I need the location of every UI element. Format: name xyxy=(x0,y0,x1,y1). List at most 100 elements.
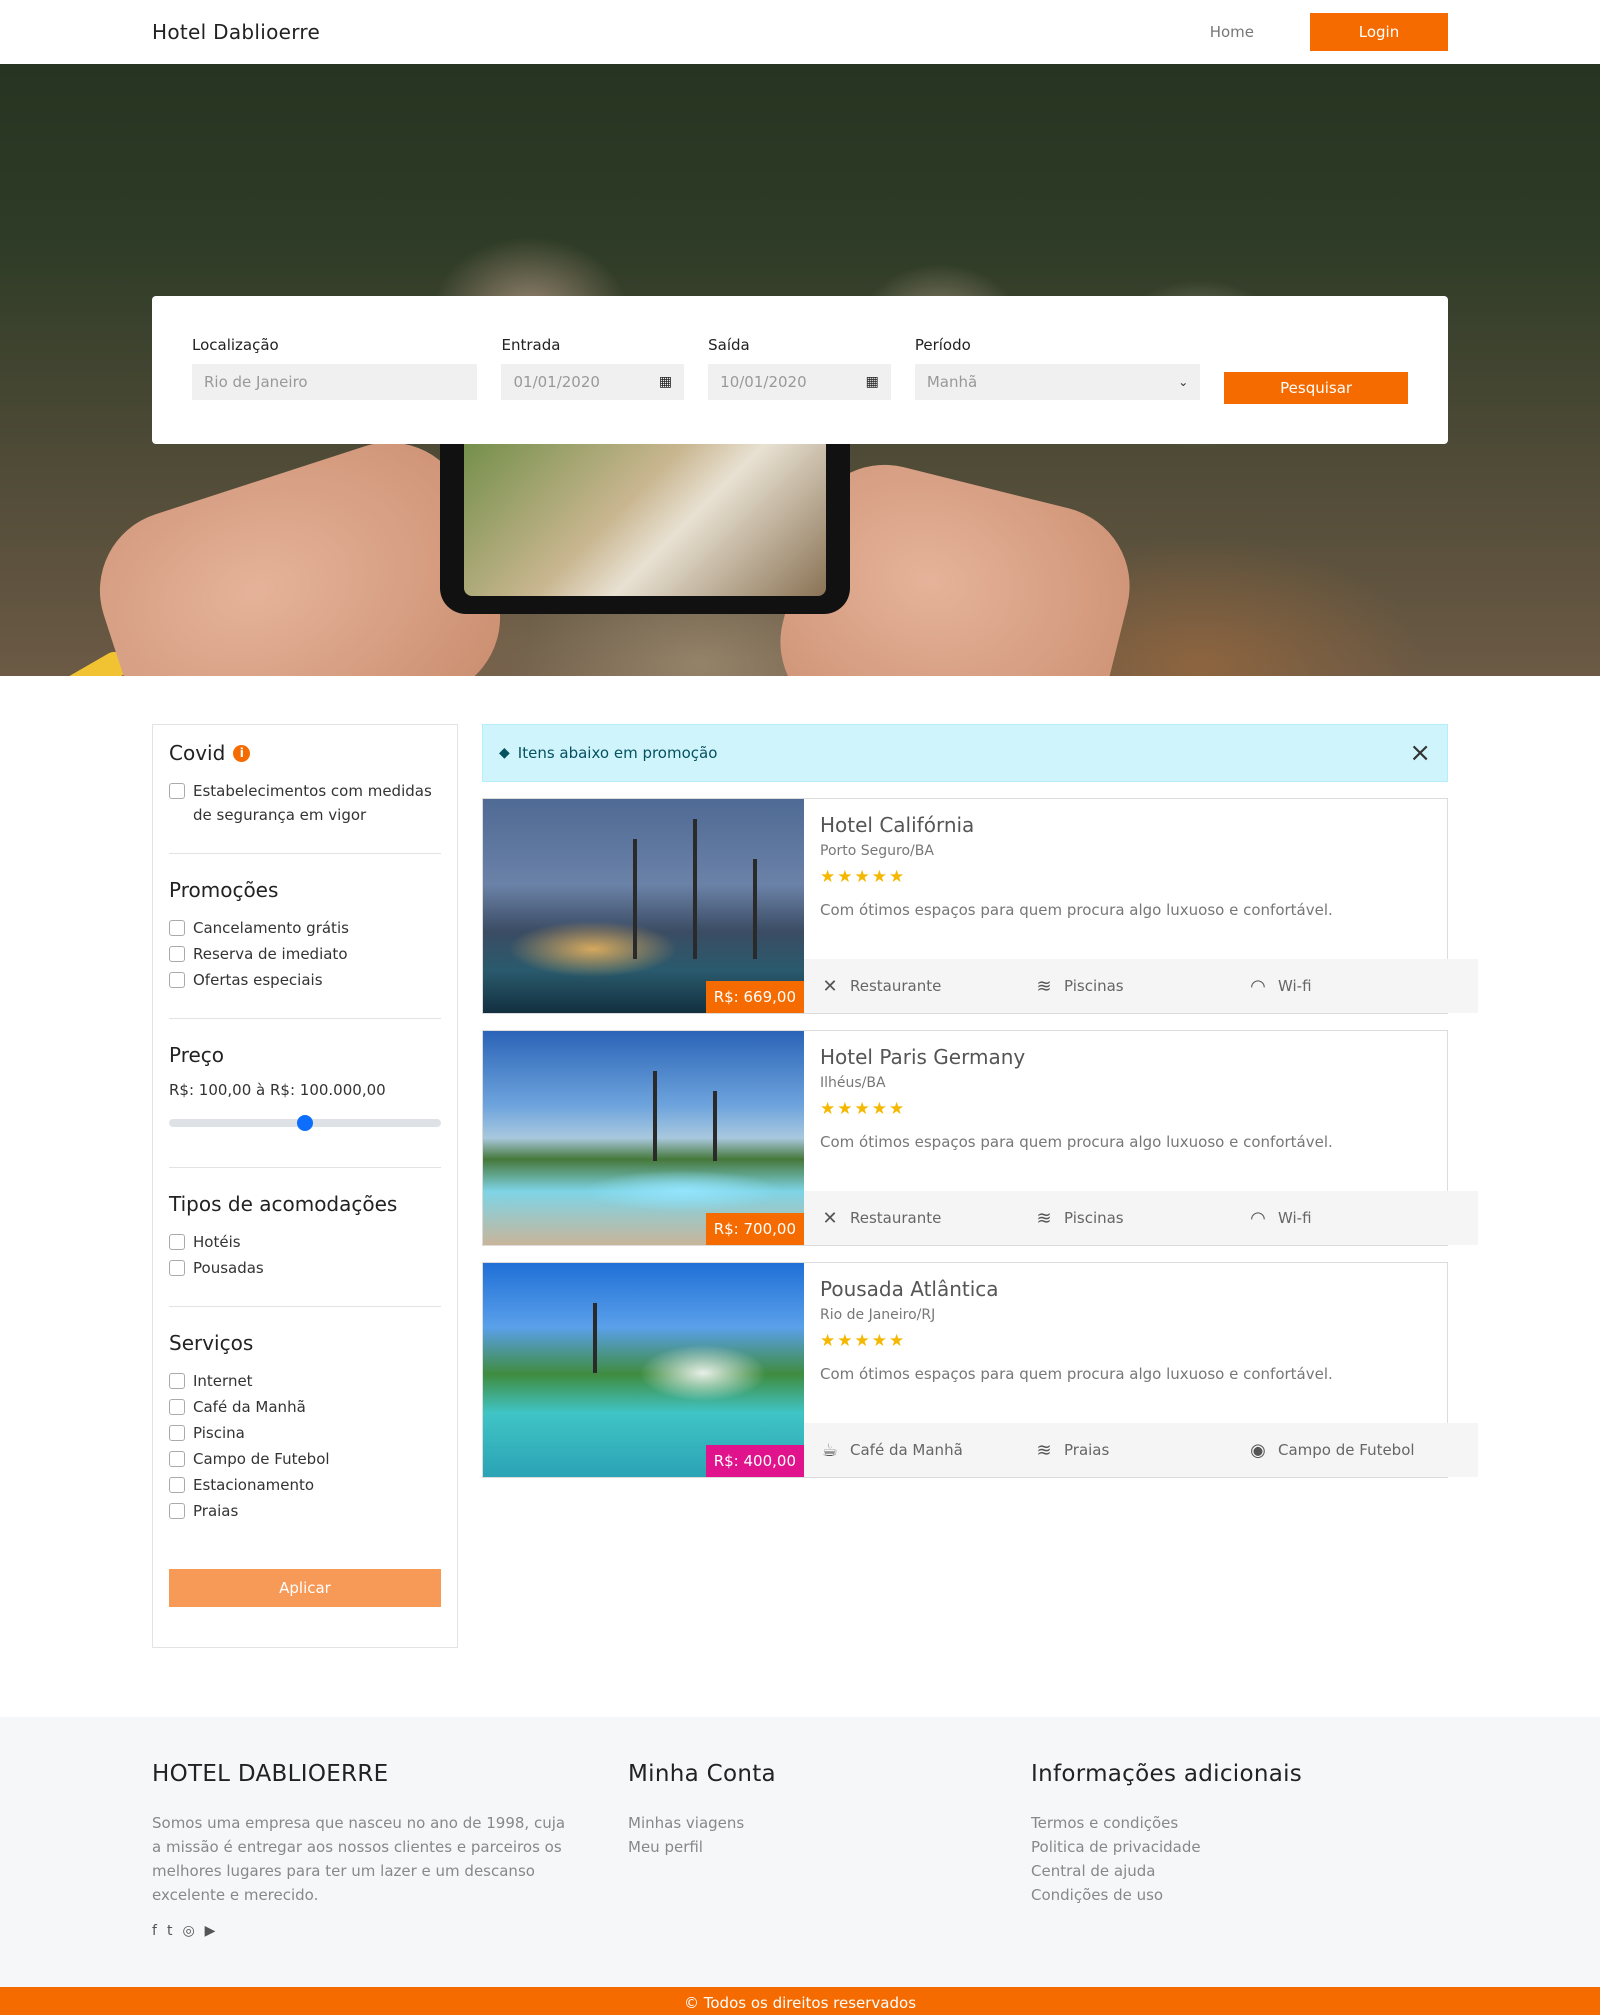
coffee-icon: ☕ xyxy=(821,1439,839,1461)
checkbox[interactable] xyxy=(169,1451,185,1467)
footer: HOTEL DABLIOERRE Somos uma empresa que n… xyxy=(0,1717,1600,1987)
hotel-card[interactable]: R$: 669,00 Hotel Califórnia Porto Seguro… xyxy=(482,798,1478,1014)
amenity-label: Café da Manhã xyxy=(850,1441,963,1459)
checkbox-label: Café da Manhã xyxy=(193,1398,306,1416)
footer-link-terms[interactable]: Termos e condições xyxy=(1031,1811,1302,1835)
youtube-icon[interactable]: ▶ xyxy=(205,1923,216,1939)
checkbox-label: Cancelamento grátis xyxy=(193,919,349,937)
price-badge: R$: 700,00 xyxy=(705,1213,804,1245)
facebook-icon[interactable]: f xyxy=(152,1923,157,1939)
amenity-item: ◉ Campo de Futebol xyxy=(1248,1440,1462,1461)
calendar-icon[interactable]: ▦ xyxy=(866,374,879,390)
swimmer-icon: ≋ xyxy=(1036,1207,1052,1229)
hotel-info: Pousada Atlântica Rio de Janeiro/RJ ★★★★… xyxy=(804,1263,1478,1423)
checkbox-inns[interactable]: Pousadas xyxy=(169,1256,441,1280)
footer-info-title: Informações adicionais xyxy=(1031,1761,1303,1787)
location-placeholder: Rio de Janeiro xyxy=(204,373,308,391)
hotel-name[interactable]: Hotel Califórnia xyxy=(820,813,1462,837)
utensils-icon: ✕ xyxy=(822,1207,838,1229)
info-icon[interactable]: i xyxy=(233,744,251,762)
period-select[interactable]: Manhã ⌄ xyxy=(914,364,1201,400)
amenities-bar: ✕ Restaurante ≋ Piscinas ◠ Wi-fi xyxy=(804,959,1478,1013)
price-slider[interactable] xyxy=(169,1115,441,1131)
hotel-card[interactable]: R$: 700,00 Hotel Paris Germany Ilhéus/BA… xyxy=(482,1030,1478,1246)
checkbox-covid-safety[interactable]: Estabelecimentos com medidas de seguranç… xyxy=(169,779,441,827)
search-button[interactable]: Pesquisar xyxy=(1224,372,1408,404)
checkout-label: Saída xyxy=(708,336,750,354)
checkin-input[interactable]: 01/01/2020 ▦ xyxy=(501,364,685,400)
checkbox-football-field[interactable]: Campo de Futebol xyxy=(169,1447,441,1471)
amenity-label: Praias xyxy=(1064,1441,1110,1459)
price-badge: R$: 400,00 xyxy=(705,1445,804,1477)
nav-home-link[interactable]: Home xyxy=(1210,23,1254,41)
utensils-icon: ✕ xyxy=(822,975,838,997)
price-slider-thumb[interactable] xyxy=(297,1115,313,1131)
hotel-location: Ilhéus/BA xyxy=(820,1075,886,1091)
checkbox[interactable] xyxy=(169,920,185,936)
checkbox-special-offers[interactable]: Ofertas especiais xyxy=(169,968,441,992)
hotel-card[interactable]: R$: 400,00 Pousada Atlântica Rio de Jane… xyxy=(482,1262,1478,1478)
footer-link-conditions[interactable]: Condições de uso xyxy=(1031,1883,1302,1907)
brand-logo[interactable]: Hotel Dablioerre xyxy=(152,20,320,44)
palm-tree-decoration xyxy=(693,819,697,959)
results-list: ◆ Itens abaixo em promoção × R$: 669,00 … xyxy=(482,724,1478,1494)
checkbox[interactable] xyxy=(169,1373,185,1389)
checkbox-free-cancellation[interactable]: Cancelamento grátis xyxy=(169,916,441,940)
location-input[interactable]: Rio de Janeiro xyxy=(192,364,478,400)
footer-link-privacy[interactable]: Politica de privacidade xyxy=(1031,1835,1302,1859)
filter-covid: Covid i Estabelecimentos com medidas de … xyxy=(169,741,441,854)
swimmer-icon: ≋ xyxy=(1036,975,1052,997)
promo-alert-text: Itens abaixo em promoção xyxy=(517,744,718,762)
checkout-input[interactable]: 10/01/2020 ▦ xyxy=(708,364,891,400)
checkbox-internet[interactable]: Internet xyxy=(169,1369,441,1393)
calendar-icon[interactable]: ▦ xyxy=(659,374,672,390)
checkin-field: Entrada 01/01/2020 ▦ xyxy=(501,336,685,400)
hotel-card-body: Hotel Paris Germany Ilhéus/BA ★★★★★ Com … xyxy=(804,1031,1478,1245)
amenity-label: Restaurante xyxy=(850,1209,942,1227)
location-label: Localização xyxy=(192,336,279,354)
hotel-name[interactable]: Hotel Paris Germany xyxy=(820,1045,1462,1069)
checkout-value: 10/01/2020 xyxy=(720,373,807,391)
wifi-icon: ◠ xyxy=(1250,1207,1266,1229)
checkbox-hotels[interactable]: Hotéis xyxy=(169,1230,441,1254)
checkbox-breakfast[interactable]: Café da Manhã xyxy=(169,1395,441,1419)
location-field: Localização Rio de Janeiro xyxy=(192,336,478,400)
amenity-label: Piscinas xyxy=(1064,977,1124,995)
hero-phone-screen xyxy=(464,426,826,596)
hotel-image[interactable]: R$: 400,00 xyxy=(483,1263,804,1477)
footer-about-text: Somos uma empresa que nasceu no ano de 1… xyxy=(152,1814,566,1904)
checkbox[interactable] xyxy=(169,1399,185,1415)
footer-link-my-trips[interactable]: Minhas viagens xyxy=(628,1811,1031,1835)
checkbox-label: Ofertas especiais xyxy=(193,971,323,989)
login-button[interactable]: Login xyxy=(1310,13,1448,51)
checkbox[interactable] xyxy=(169,1477,185,1493)
hotel-image[interactable]: R$: 700,00 xyxy=(483,1031,804,1245)
checkbox-parking[interactable]: Estacionamento xyxy=(169,1473,441,1497)
hotel-name[interactable]: Pousada Atlântica xyxy=(820,1277,1462,1301)
hotel-card-body: Pousada Atlântica Rio de Janeiro/RJ ★★★★… xyxy=(804,1263,1478,1477)
amenity-item: ◠ Wi-fi xyxy=(1248,976,1462,997)
checkbox[interactable] xyxy=(169,946,185,962)
amenity-label: Wi-fi xyxy=(1278,1209,1312,1227)
checkbox[interactable] xyxy=(169,1234,185,1250)
hotel-image[interactable]: R$: 669,00 xyxy=(483,799,804,1013)
checkbox[interactable] xyxy=(169,1503,185,1519)
checkbox-label: Praias xyxy=(193,1502,239,1520)
twitter-icon[interactable]: t xyxy=(167,1923,173,1939)
period-label: Período xyxy=(914,336,971,354)
close-icon[interactable]: × xyxy=(1409,740,1431,766)
checkbox[interactable] xyxy=(169,1425,185,1441)
checkbox-beaches[interactable]: Praias xyxy=(169,1499,441,1523)
checkbox[interactable] xyxy=(169,783,185,799)
instagram-icon[interactable]: ◎ xyxy=(182,1923,194,1939)
hero-banner: Localização Rio de Janeiro Entrada 01/01… xyxy=(0,64,1600,676)
footer-link-help[interactable]: Central de ajuda xyxy=(1031,1859,1302,1883)
amenity-label: Piscinas xyxy=(1064,1209,1124,1227)
checkbox[interactable] xyxy=(169,972,185,988)
chevron-down-icon: ⌄ xyxy=(1178,375,1189,389)
checkbox-instant-booking[interactable]: Reserva de imediato xyxy=(169,942,441,966)
apply-filters-button[interactable]: Aplicar xyxy=(169,1569,441,1607)
checkbox-pool[interactable]: Piscina xyxy=(169,1421,441,1445)
checkbox[interactable] xyxy=(169,1260,185,1276)
footer-link-my-profile[interactable]: Meu perfil xyxy=(628,1835,1031,1859)
